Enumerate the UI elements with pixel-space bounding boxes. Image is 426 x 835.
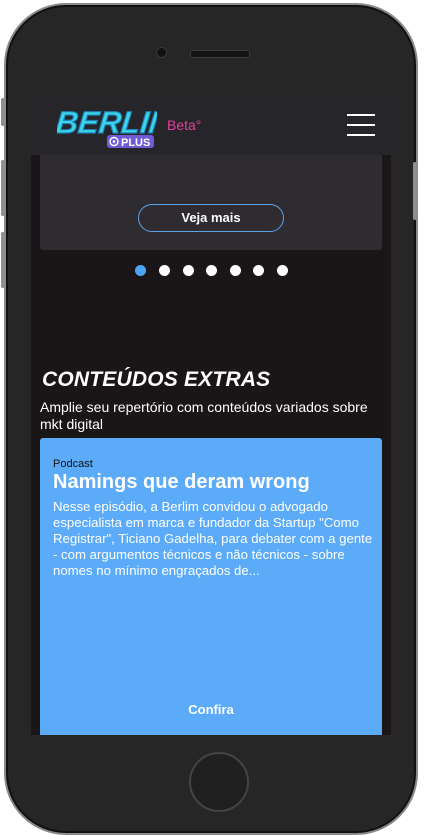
carousel-dot-6[interactable] <box>253 265 264 276</box>
app-screen: BERLIM PLUS Beta° Veja mais CONTEÚDOS EX… <box>31 95 391 735</box>
content-description: Nesse episódio, a Berlim convidou o advo… <box>53 499 373 578</box>
veja-mais-button[interactable]: Veja mais <box>138 204 284 232</box>
podcast-card[interactable]: Podcast Namings que deram wrong Nesse ep… <box>40 438 382 735</box>
app-header: BERLIM PLUS Beta° <box>31 95 391 155</box>
content-category: Podcast <box>53 458 93 470</box>
carousel-dot-2[interactable] <box>159 265 170 276</box>
carousel-dot-5[interactable] <box>230 265 241 276</box>
section-title: CONTEÚDOS EXTRAS <box>42 368 271 391</box>
beta-label: Beta° <box>167 117 202 133</box>
side-button-volume-down <box>1 232 5 288</box>
confira-link[interactable]: Confira <box>170 702 252 717</box>
carousel-dot-4[interactable] <box>206 265 217 276</box>
side-button-volume-up <box>1 160 5 216</box>
featured-card: Veja mais <box>40 155 382 250</box>
side-button-power <box>413 162 417 220</box>
carousel-dot-1[interactable] <box>135 265 146 276</box>
content-title: Namings que deram wrong <box>53 471 310 493</box>
earpiece-speaker <box>190 50 250 58</box>
berlim-plus-logo[interactable]: BERLIM PLUS <box>54 103 179 149</box>
logo-plus-label: PLUS <box>121 137 150 149</box>
front-camera <box>156 47 167 58</box>
hamburger-menu-icon[interactable] <box>347 114 375 136</box>
home-button[interactable] <box>189 752 249 812</box>
logo-wordmark: BERLIM <box>57 105 157 140</box>
carousel-dot-7[interactable] <box>277 265 288 276</box>
side-button-mute <box>1 98 5 126</box>
section-subtitle: Amplie seu repertório com conteúdos vari… <box>40 399 368 432</box>
carousel-dot-3[interactable] <box>183 265 194 276</box>
